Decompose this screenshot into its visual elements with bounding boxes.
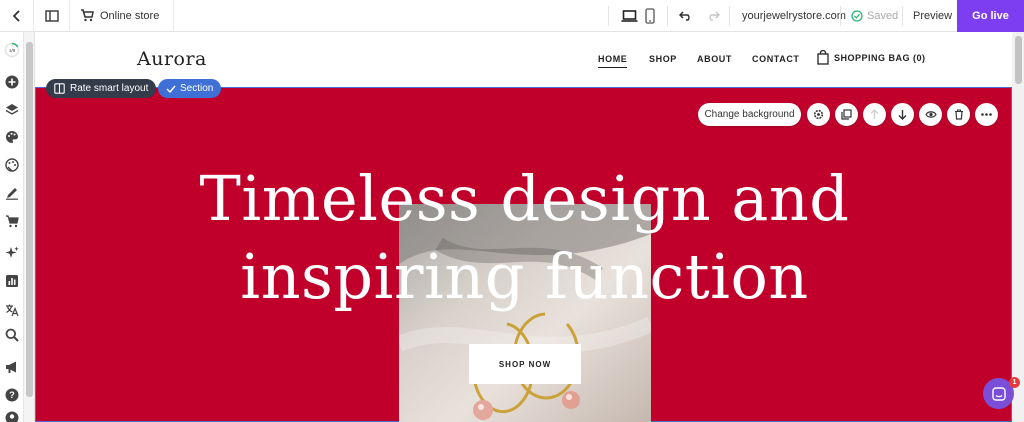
delete-section-button[interactable]: [947, 103, 970, 126]
svg-text:?: ?: [9, 390, 15, 400]
section-label: Section: [180, 83, 214, 94]
progress-label: 1/9: [9, 48, 16, 53]
redo-icon: [709, 11, 720, 21]
megaphone-icon[interactable]: [4, 359, 20, 375]
hero-heading-line-2: inspiring function: [240, 240, 809, 313]
nav-contact[interactable]: CONTACT: [752, 54, 800, 64]
arrow-up-icon: [870, 109, 879, 119]
go-live-button[interactable]: Go live: [957, 0, 1024, 32]
settings-icon: [813, 109, 824, 120]
top-toolbar: Online store yourjewelrystore.com Saved …: [0, 0, 1024, 32]
undo-icon: [679, 11, 690, 21]
rate-smart-layout-chip[interactable]: Rate smart layout: [46, 79, 157, 98]
chevron-left-icon: [12, 9, 20, 22]
save-status: Saved: [851, 0, 898, 32]
online-store-selector[interactable]: Online store: [70, 0, 175, 32]
preview-button[interactable]: Preview: [913, 0, 952, 32]
site-canvas: Aurora HOME SHOP ABOUT CONTACT SHOPPING …: [35, 32, 1024, 422]
back-button[interactable]: [0, 0, 34, 32]
saved-label: Saved: [867, 10, 899, 22]
pen-icon[interactable]: [4, 185, 20, 201]
move-section-up-button[interactable]: [863, 103, 886, 126]
canvas-scroll-thumb[interactable]: [1015, 36, 1022, 84]
cart-icon[interactable]: [4, 213, 20, 229]
toggle-panel-button[interactable]: [34, 0, 70, 32]
chat-icon: [991, 386, 1006, 401]
trash-icon: [954, 109, 963, 120]
hero-heading-line-1: Timeless design and: [199, 162, 850, 235]
site-logo[interactable]: Aurora: [137, 48, 207, 70]
left-sidebar: 1/9 ?: [0, 32, 24, 422]
redo-button[interactable]: [706, 0, 720, 32]
move-section-down-button[interactable]: [891, 103, 914, 126]
layers-icon[interactable]: [4, 102, 20, 118]
more-options-button[interactable]: [975, 103, 998, 126]
help-icon[interactable]: ?: [4, 387, 20, 403]
online-store-label: Online store: [100, 9, 160, 22]
hero-heading[interactable]: Timeless design and inspiring function: [36, 160, 1013, 316]
sidebar-scroll-thumb[interactable]: [26, 42, 33, 397]
palette-icon[interactable]: [4, 129, 20, 145]
hero-section[interactable]: Timeless design and inspiring function S…: [35, 87, 1012, 422]
change-background-button[interactable]: Change background: [698, 103, 801, 126]
divider: [902, 6, 903, 26]
arrow-down-icon: [898, 110, 907, 120]
shop-now-button[interactable]: SHOP NOW: [469, 344, 581, 384]
cart-icon: [81, 9, 94, 22]
section-chip[interactable]: Section: [158, 79, 222, 98]
check-icon: [166, 85, 176, 93]
section-settings-button[interactable]: [807, 103, 830, 126]
account-icon[interactable]: [4, 410, 20, 422]
layout-icon: [54, 83, 65, 94]
nav-home[interactable]: HOME: [598, 54, 628, 68]
shopping-bag-link[interactable]: SHOPPING BAG (0): [817, 50, 926, 65]
phone-icon: [645, 8, 655, 24]
divider: [729, 6, 730, 26]
editor-app: Online store yourjewelrystore.com Saved …: [0, 0, 1024, 422]
domain-link[interactable]: yourjewelrystore.com: [742, 0, 846, 32]
nav-shop[interactable]: SHOP: [649, 54, 677, 64]
sparkle-icon[interactable]: [4, 245, 20, 261]
rate-smart-layout-label: Rate smart layout: [70, 83, 149, 94]
translate-icon[interactable]: [4, 302, 20, 318]
eye-icon: [924, 111, 937, 118]
progress-ring-icon[interactable]: 1/9: [4, 42, 20, 58]
divider: [840, 6, 841, 26]
analytics-icon[interactable]: [4, 273, 20, 289]
more-icon: [981, 113, 992, 116]
mobile-view-button[interactable]: [645, 0, 655, 32]
nav-about[interactable]: ABOUT: [697, 54, 732, 64]
theme-icon[interactable]: [4, 157, 20, 173]
hide-section-button[interactable]: [919, 103, 942, 126]
sidebar-scrollbar[interactable]: [24, 32, 35, 422]
undo-button[interactable]: [679, 0, 693, 32]
laptop-icon: [621, 10, 638, 22]
chat-notification-badge: 1: [1009, 377, 1020, 388]
divider: [608, 6, 609, 26]
desktop-view-button[interactable]: [621, 0, 638, 32]
duplicate-section-button[interactable]: [835, 103, 858, 126]
add-icon[interactable]: [4, 74, 20, 90]
sidebar-panel-icon: [44, 9, 59, 22]
duplicate-icon: [841, 109, 852, 120]
shopping-bag-label: SHOPPING BAG (0): [834, 52, 926, 63]
divider: [667, 6, 668, 26]
check-circle-icon: [851, 10, 863, 22]
search-icon[interactable]: [4, 327, 20, 343]
shopping-bag-icon: [817, 50, 829, 65]
canvas-scrollbar[interactable]: [1012, 32, 1024, 422]
